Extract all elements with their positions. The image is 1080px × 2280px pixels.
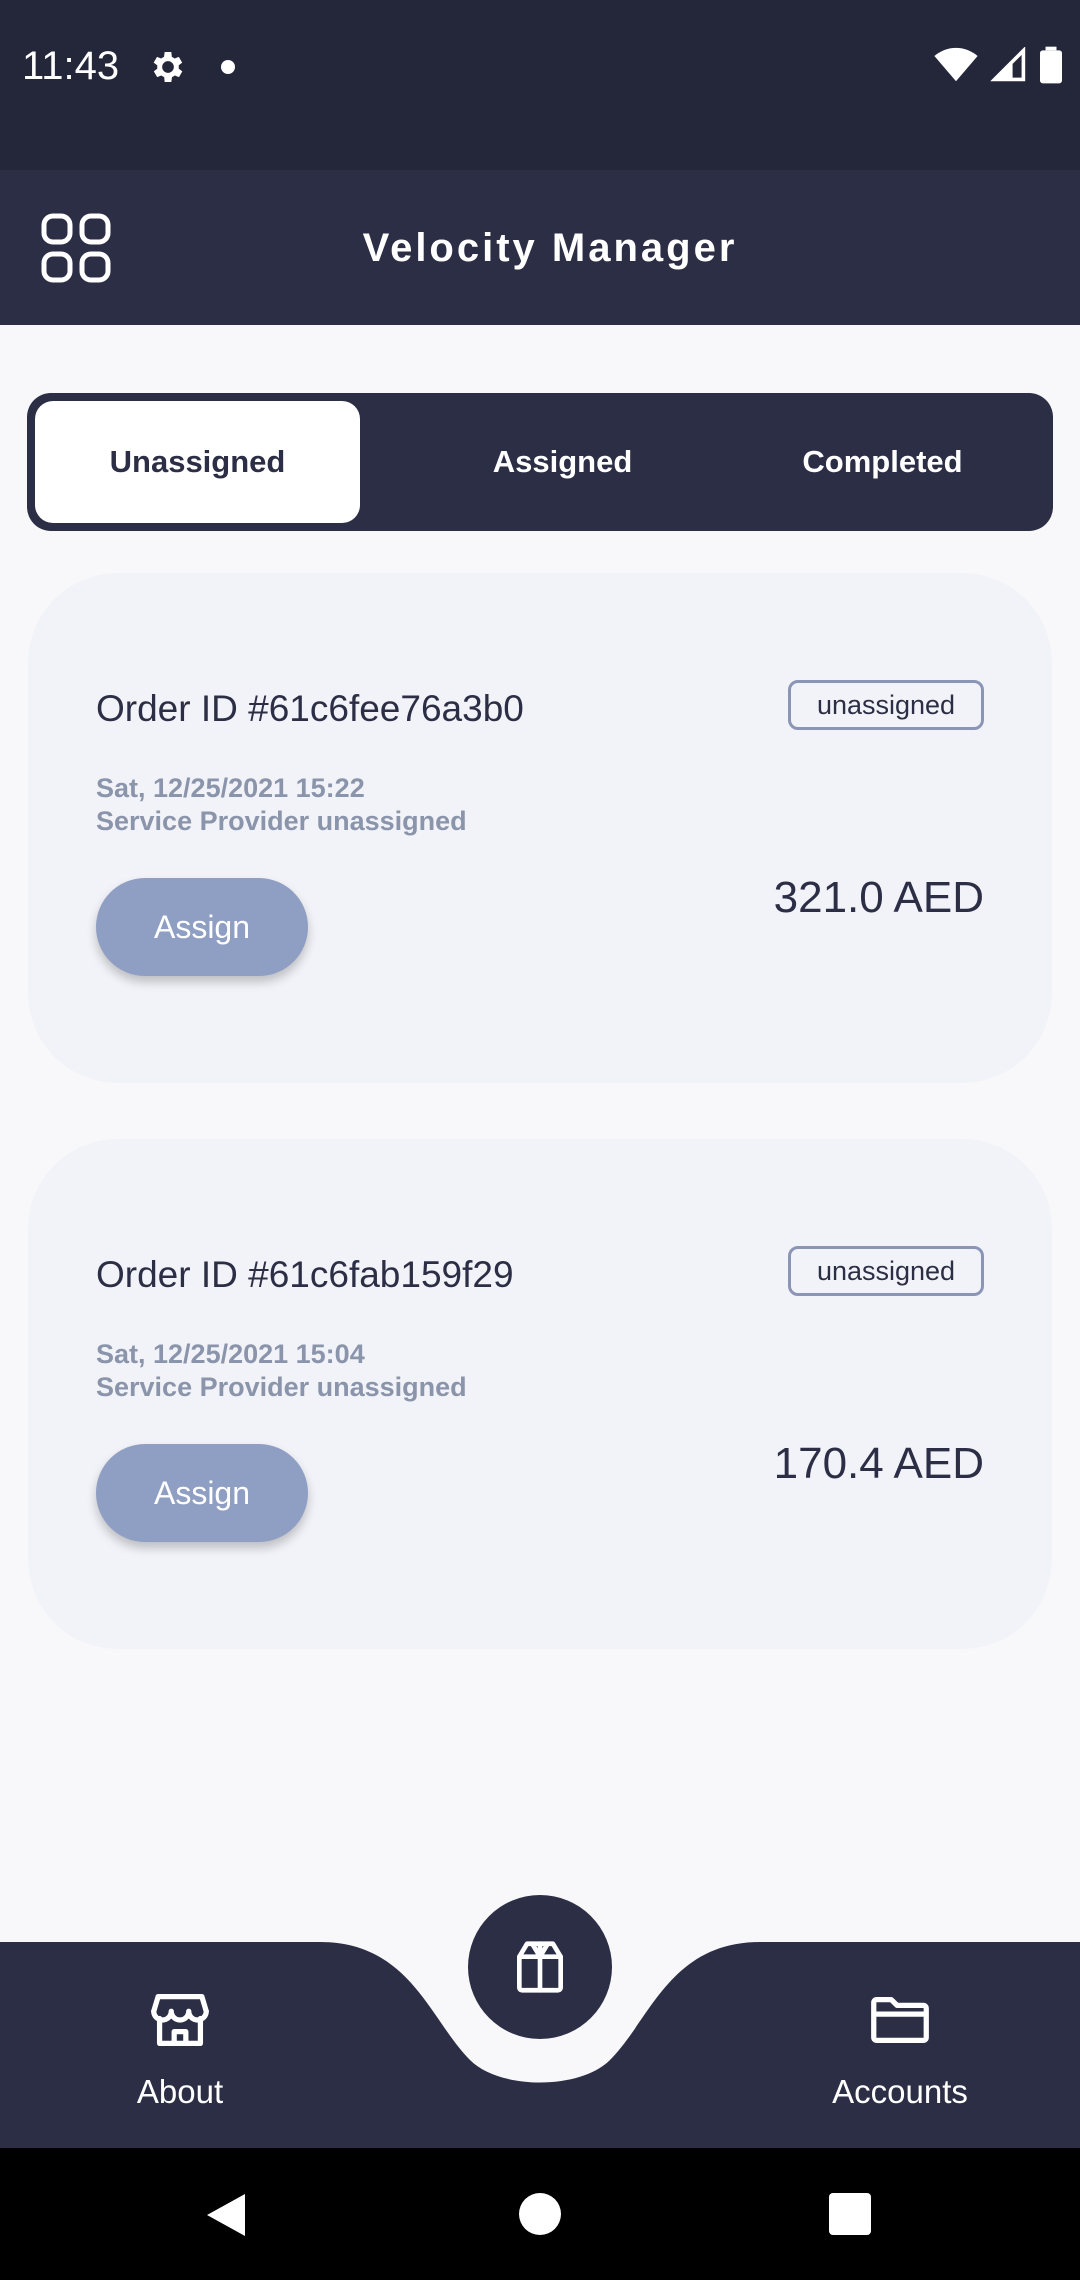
order-date: Sat, 12/25/2021 15:04 (96, 1339, 365, 1369)
package-icon (517, 1941, 563, 1993)
recents-icon[interactable] (829, 2193, 871, 2235)
folder-icon (871, 1996, 929, 2044)
battery-icon (1040, 46, 1062, 84)
wifi-icon (934, 47, 978, 82)
status-time: 11:43 (22, 44, 120, 88)
system-nav-bar (0, 2148, 1080, 2280)
status-badge: unassigned (788, 1246, 984, 1296)
nav-about-label: About (136, 2073, 224, 2110)
nav-about[interactable]: About (70, 1985, 290, 2111)
back-icon[interactable] (205, 2192, 247, 2238)
signal-icon (990, 47, 1026, 82)
order-date: Sat, 12/25/2021 15:22 (96, 773, 365, 803)
settings-gear-icon (153, 52, 183, 82)
app-bar: Velocity Manager (0, 170, 1080, 325)
status-indicators (934, 46, 1062, 84)
order-id: Order ID #61c6fab159f29 (96, 1254, 514, 1295)
tab-completed[interactable]: Completed (720, 401, 1045, 523)
order-amount: 321.0 AED (773, 873, 984, 922)
tab-assigned[interactable]: Assigned (400, 401, 725, 523)
status-badge: unassigned (788, 680, 984, 730)
app-title: Velocity Manager (362, 226, 738, 270)
nav-accounts[interactable]: Accounts (790, 1985, 1010, 2111)
assign-button[interactable]: Assign (96, 878, 308, 976)
status-bar: 11:43 (0, 0, 1080, 170)
notification-dot-icon (221, 60, 235, 74)
home-icon[interactable] (519, 2193, 561, 2235)
order-card[interactable]: Order ID #61c6fab159f29 unassigned Sat, … (28, 1139, 1052, 1649)
order-provider: Service Provider unassigned (96, 1372, 467, 1402)
assign-button[interactable]: Assign (96, 1444, 308, 1542)
order-card[interactable]: Order ID #61c6fee76a3b0 unassigned Sat, … (28, 573, 1052, 1083)
order-amount: 170.4 AED (773, 1439, 984, 1488)
tab-unassigned[interactable]: Unassigned (35, 401, 360, 523)
nav-accounts-label: Accounts (832, 2073, 968, 2110)
order-provider: Service Provider unassigned (96, 806, 467, 836)
center-action-button[interactable] (468, 1895, 612, 2039)
order-id: Order ID #61c6fee76a3b0 (96, 688, 524, 729)
store-icon (151, 1994, 209, 2046)
order-status-tabs: Unassigned Assigned Completed (27, 393, 1053, 531)
